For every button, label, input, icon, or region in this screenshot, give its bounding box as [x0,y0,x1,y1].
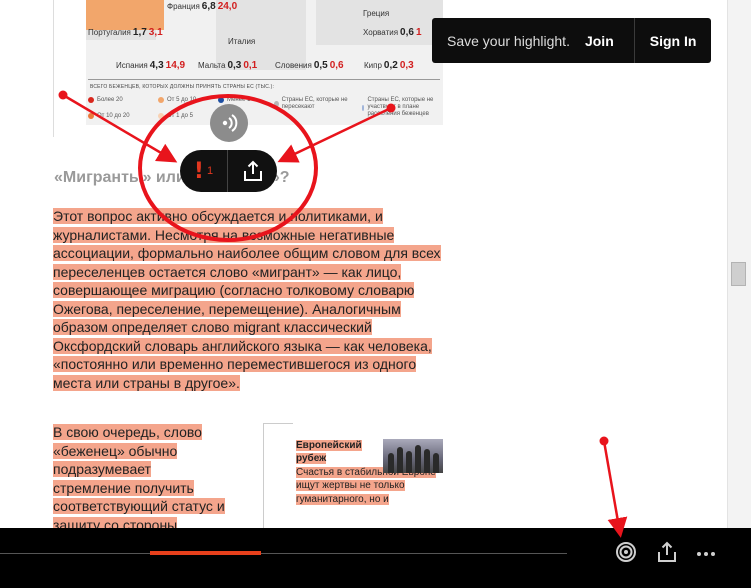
audio-wave-icon [222,114,238,132]
article-left-rule [53,0,54,137]
annotation-dot [599,436,609,446]
banner-message: Save your highlight. [447,32,570,49]
highlighted-text[interactable]: Этот вопрос активно обсуждается и полити… [53,208,441,391]
legend-item: От 10 до 20 [88,113,130,119]
bottom-toolbar [0,528,727,588]
legend-swatch [88,113,94,119]
related-article-title[interactable]: Европейский рубеж [296,439,378,465]
banner-divider [633,18,635,63]
highlight-count-button[interactable]: ! 1 [180,150,228,192]
share-button[interactable] [655,540,679,564]
highlighted-paragraph[interactable]: Этот вопрос активно обсуждается и полити… [53,207,445,392]
target-icon [616,542,636,562]
france-region [86,0,164,30]
country-croatia: Хорватия 0,6 1 [363,27,422,38]
annotation-dot [58,90,68,100]
share-highlight-button[interactable] [228,150,277,192]
legend-item: Менее 1 [218,97,250,103]
country-portugal: Португалия 1,7 3,1 [88,27,163,38]
related-article-card[interactable]: Европейский рубеж Счастья в стабильной Е… [296,439,444,506]
legend-item: Страны ЕС, которые не пересекают [274,97,360,111]
country-cyprus: Кипр 0,2 0,3 [364,60,414,71]
share-icon [658,541,676,562]
related-box-border [263,423,293,528]
vertical-scrollbar[interactable] [727,0,751,528]
highlight-icon: ! [193,158,204,184]
bottom-corner [727,528,751,588]
highlighted-text[interactable]: В свою очередь, слово «беженец» обычно п… [53,424,225,533]
legend-swatch [158,113,164,119]
more-options-button[interactable] [694,540,718,564]
legend-swatch [218,97,224,103]
country-greece: Греция [363,9,390,18]
highlight-count: 1 [206,165,214,177]
refugee-quota-map: Франция 6,8 24,0 Греция Португалия 1,7 3,1 И… [86,0,443,125]
scrollbar-thumb[interactable] [731,262,746,286]
listen-audio-button[interactable] [210,104,248,142]
join-button[interactable]: Join [585,33,614,49]
legend-item: От 1 до 5 [158,113,193,119]
highlighted-paragraph[interactable]: В свою очередь, слово «беженец» обычно п… [53,423,231,534]
save-highlight-banner: Save your highlight. Join Sign In [432,18,711,63]
legend-item: От 5 до 10 [158,97,196,103]
legend-swatch [362,104,365,111]
country-spain: Испания 4,3 14,9 [116,60,186,71]
highlight-toolbar: ! 1 [180,150,277,192]
legend-item: Страны ЕС, которые не участвуют в плане … [362,97,442,118]
legend-swatch [274,101,279,107]
sign-in-button[interactable]: Sign In [650,33,697,49]
annotation-arrow [602,440,628,538]
reading-progress-fill [150,551,261,555]
legend-swatch [158,97,164,103]
country-italy: Италия [228,37,256,46]
legend-swatch [88,97,94,103]
reading-progress-track [0,553,567,554]
country-malta: Мальта 0,3 0,1 [198,60,258,71]
map-legend-title: ВСЕГО БЕЖЕНЦЕВ, КОТОРЫХ ДОЛЖНЫ ПРИНЯТЬ С… [90,84,275,90]
target-button[interactable] [614,540,638,564]
legend-item: Более 20 [88,97,123,103]
share-icon [243,160,262,181]
related-article-thumbnail[interactable] [383,439,443,473]
country-france: Франция 6,8 24,0 [167,1,238,12]
more-dots-icon [697,552,715,556]
country-slovenia: Словения 0,5 0,6 [275,60,344,71]
